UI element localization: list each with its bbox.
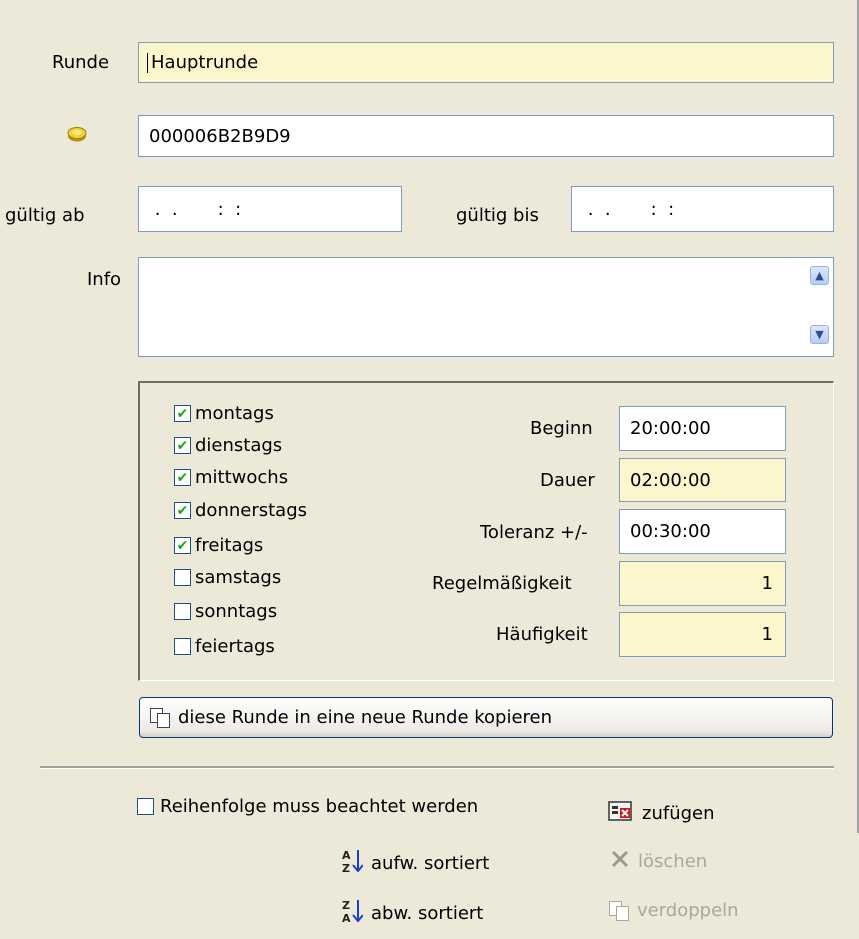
duplicate-button-label: verdoppeln	[637, 900, 739, 921]
weekday-checkbox-label: sonntags	[195, 601, 278, 622]
weekday-checkbox-label: montags	[195, 403, 274, 424]
weekday-checkbox-box[interactable]	[174, 638, 191, 655]
dauer-input[interactable]: 02:00:00	[619, 458, 786, 502]
yellow-chip-icon	[67, 126, 87, 142]
copy-round-button-label: diese Runde in eine neue Runde kopieren	[178, 707, 553, 728]
weekday-checkbox-dienstags[interactable]: ✔ dienstags	[174, 435, 282, 456]
delete-icon	[610, 849, 630, 874]
weekday-checkbox-box[interactable]: ✔	[174, 502, 191, 519]
weekday-checkbox-feiertags[interactable]: feiertags	[174, 636, 275, 657]
gueltig-ab-value: . . : :	[149, 198, 242, 220]
delete-button[interactable]: löschen	[610, 849, 707, 874]
runde-input-value: Hauptrunde	[151, 52, 259, 73]
sort-descending-icon: Z A	[341, 898, 364, 929]
weekday-checkbox-label: samstags	[195, 567, 282, 588]
order-checkbox-label: Reihenfolge muss beachtet werden	[160, 796, 479, 817]
runde-label: Runde	[52, 52, 110, 73]
add-button[interactable]: zufügen	[608, 799, 715, 828]
weekday-checkbox-box[interactable]	[174, 569, 191, 586]
toleranz-input[interactable]: 00:30:00	[619, 509, 786, 554]
weekday-checkbox-sonntags[interactable]: sonntags	[174, 601, 277, 622]
gueltig-bis-value: . . : :	[582, 198, 675, 220]
info-label: Info	[87, 269, 122, 290]
haeufigkeit-label: Häufigkeit	[496, 624, 588, 645]
weekday-checkbox-montags[interactable]: ✔ montags	[174, 403, 274, 424]
delete-button-label: löschen	[638, 851, 708, 872]
svg-text:A: A	[342, 849, 351, 862]
weekday-checkbox-box[interactable]	[174, 603, 191, 620]
sort-ascending-label: aufw. sortiert	[371, 853, 490, 874]
toleranz-value: 00:30:00	[630, 521, 711, 542]
weekday-checkbox-samstags[interactable]: samstags	[174, 567, 281, 588]
weekday-checkbox-box[interactable]: ✔	[174, 437, 191, 454]
copy-round-button[interactable]: diese Runde in eine neue Runde kopieren	[139, 697, 833, 738]
scroll-down-icon[interactable]: ▼	[810, 325, 829, 344]
sort-descending-button[interactable]: Z A abw. sortiert	[341, 898, 483, 929]
regelmaessigkeit-value: 1	[761, 573, 773, 594]
gueltig-ab-input[interactable]: . . : :	[138, 186, 402, 232]
duplicate-button[interactable]: verdoppeln	[609, 900, 739, 921]
weekday-checkbox-donnerstags[interactable]: ✔ donnerstags	[174, 500, 307, 521]
weekday-checkbox-label: dienstags	[195, 435, 283, 456]
duplicate-icon	[609, 900, 629, 921]
order-checkbox-box[interactable]	[137, 798, 154, 815]
svg-text:Z: Z	[342, 899, 350, 912]
text-caret	[147, 52, 148, 73]
gueltig-ab-label: gültig ab	[5, 205, 85, 226]
svg-text:A: A	[342, 912, 351, 924]
order-checkbox[interactable]: Reihenfolge muss beachtet werden	[137, 796, 478, 817]
sort-descending-label: abw. sortiert	[371, 903, 484, 924]
weekday-checkbox-label: feiertags	[195, 636, 275, 657]
beginn-value: 20:00:00	[630, 418, 711, 439]
weekday-checkbox-box[interactable]: ✔	[174, 405, 191, 422]
haeufigkeit-input[interactable]: 1	[619, 612, 786, 657]
regelmaessigkeit-label: Regelmäßigkeit	[432, 573, 572, 594]
chip-id-input[interactable]: 000006B2B9D9	[138, 115, 834, 157]
sort-ascending-icon: A Z	[341, 848, 364, 879]
gueltig-bis-input[interactable]: . . : :	[571, 186, 834, 232]
copy-icon	[150, 707, 170, 728]
scroll-up-icon[interactable]: ▲	[810, 266, 829, 285]
weekday-checkbox-label: mittwochs	[195, 467, 289, 488]
add-button-label: zufügen	[642, 803, 715, 824]
dauer-label: Dauer	[540, 470, 595, 491]
weekday-checkbox-freitags[interactable]: ✔ freitags	[174, 535, 263, 556]
runde-input[interactable]: Hauptrunde	[138, 42, 834, 83]
chip-id-value: 000006B2B9D9	[149, 125, 291, 147]
beginn-label: Beginn	[530, 418, 593, 439]
regelmaessigkeit-input[interactable]: 1	[619, 561, 786, 606]
dauer-value: 02:00:00	[630, 469, 711, 491]
haeufigkeit-value: 1	[761, 624, 773, 645]
beginn-input[interactable]: 20:00:00	[619, 406, 786, 451]
weekday-checkbox-box[interactable]: ✔	[174, 537, 191, 554]
sort-ascending-button[interactable]: A Z aufw. sortiert	[341, 848, 489, 879]
info-textarea[interactable]	[138, 257, 834, 357]
weekday-checkbox-box[interactable]: ✔	[174, 469, 191, 486]
toleranz-label: Toleranz +/-	[480, 522, 588, 543]
add-icon	[608, 799, 634, 828]
weekday-checkbox-label: donnerstags	[195, 500, 307, 521]
weekday-checkbox-label: freitags	[195, 535, 264, 556]
weekday-checkbox-mittwochs[interactable]: ✔ mittwochs	[174, 467, 288, 488]
svg-text:Z: Z	[342, 862, 350, 874]
gueltig-bis-label: gültig bis	[456, 205, 539, 226]
section-divider	[40, 766, 834, 769]
